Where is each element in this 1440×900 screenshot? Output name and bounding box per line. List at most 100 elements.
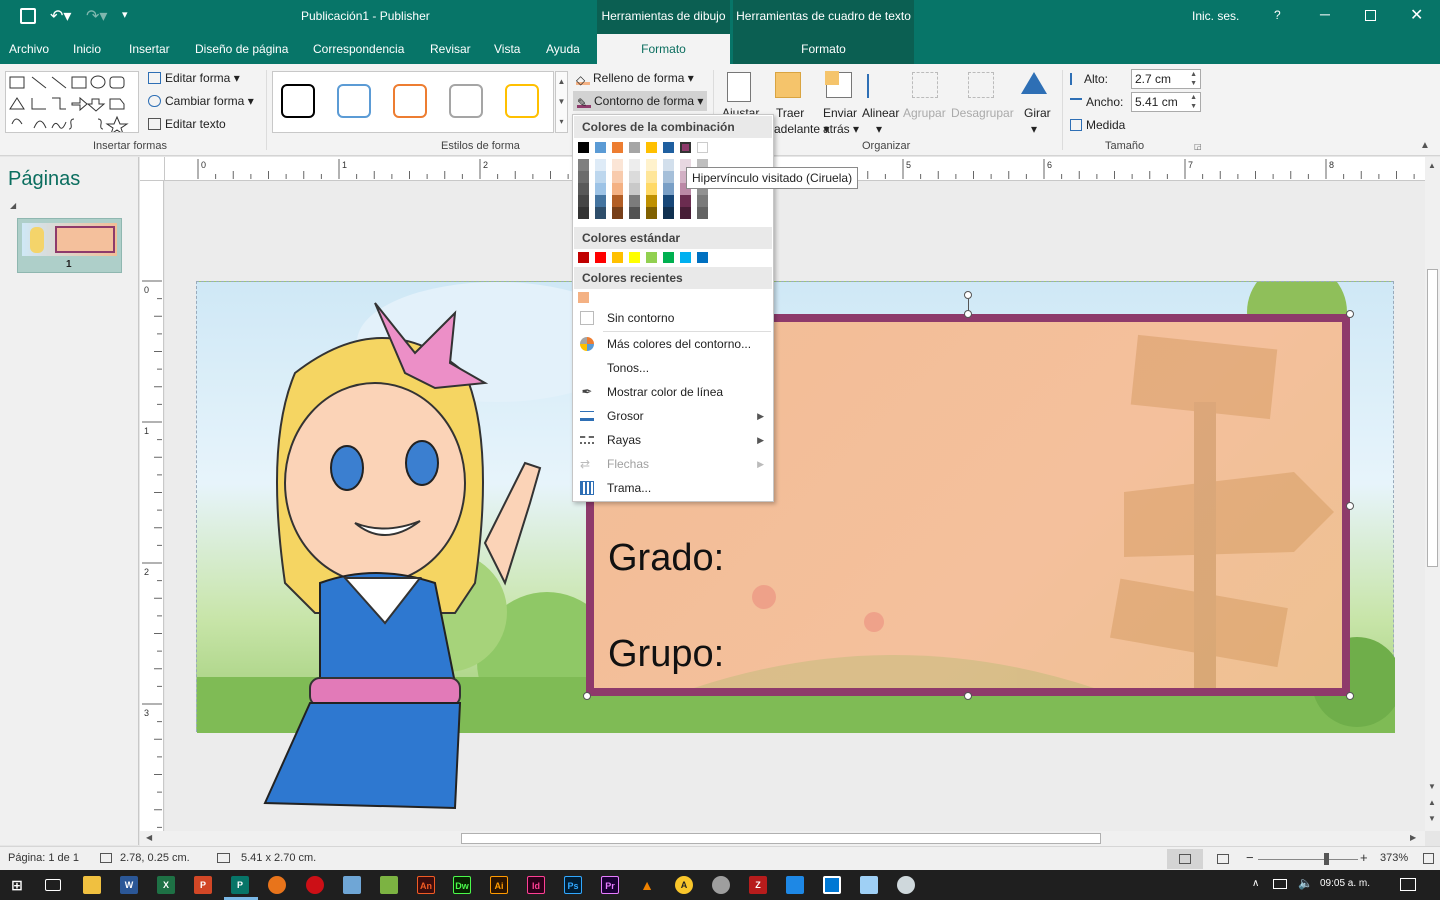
scheme-shade-swatch[interactable] [595,195,606,207]
weight-item[interactable]: Grosor ▶ [574,404,772,428]
edit-text-button[interactable]: Editar texto [148,117,226,131]
autodesk-icon[interactable]: A [675,876,693,894]
scheme-shade-swatch[interactable] [595,171,606,183]
sign-in-link[interactable]: Inic. ses. [1192,9,1239,23]
scheme-color-swatch[interactable] [629,142,640,153]
task-view-icon[interactable] [45,879,61,891]
premiere-icon[interactable]: Pr [601,876,619,894]
horizontal-scrollbar[interactable]: ◀ ▶ [140,831,1425,846]
tones-item[interactable]: Tonos... [574,356,772,380]
zoom-in-icon[interactable]: + [1360,850,1368,865]
tab-vista[interactable]: Vista [492,34,522,64]
network-icon[interactable] [1273,879,1287,889]
align-dropdown-icon[interactable]: ▾ [876,122,882,136]
scheme-shade-swatch[interactable] [612,195,623,207]
clock[interactable]: 09:05 a. m. [1320,878,1370,889]
adjust-icon[interactable] [727,72,751,102]
app-box-icon[interactable] [343,876,361,894]
notepad-icon[interactable] [860,876,878,894]
scheme-shade-swatch[interactable] [663,207,674,219]
vlc-icon[interactable]: ▲ [638,876,656,894]
standard-color-swatch[interactable] [578,252,589,263]
save-icon[interactable] [20,8,36,24]
align-icon[interactable] [867,74,893,98]
indesign-icon[interactable]: Id [527,876,545,894]
shape-styles-gallery[interactable] [272,71,554,133]
resize-handle[interactable] [1346,502,1354,510]
grupo-label[interactable]: Grupo: [608,633,724,676]
tab-correspondencia[interactable]: Correspondencia [311,34,406,64]
scheme-shade-swatch[interactable] [612,183,623,195]
scheme-shade-swatch[interactable] [663,171,674,183]
scheme-shade-swatch[interactable] [646,183,657,195]
tab-archivo[interactable]: Archivo [7,34,51,64]
show-line-color-item[interactable]: ✒ Mostrar color de línea [574,380,772,404]
illustrator-icon[interactable]: Ai [490,876,508,894]
zoom-slider[interactable] [1258,859,1358,860]
standard-color-swatch[interactable] [697,252,708,263]
scheme-shade-swatch[interactable] [629,183,640,195]
scheme-shade-swatch[interactable] [680,207,691,219]
zoom-level[interactable]: 373% [1380,852,1408,864]
dreamweaver-icon[interactable]: Dw [453,876,471,894]
dashes-item[interactable]: Rayas ▶ [574,428,772,452]
tab-formato-dibujo[interactable]: Formato [597,34,730,64]
powerpoint-icon[interactable]: P [194,876,212,894]
restore-icon[interactable] [1365,10,1376,21]
scheme-shade-swatch[interactable] [612,171,623,183]
scheme-shade-swatch[interactable] [646,171,657,183]
edit-shape-button[interactable]: Editar forma ▾ [148,71,240,85]
scroll-up-icon[interactable]: ▲ [1428,161,1436,170]
style-swatch[interactable] [449,84,483,118]
recent-color-swatch[interactable] [578,292,589,303]
page-status[interactable]: Página: 1 de 1 [8,852,79,864]
filezilla-icon[interactable]: Z [749,876,767,894]
single-page-view-button[interactable] [1167,849,1203,869]
more-colors-item[interactable]: Más colores del contorno... [574,332,772,356]
zoom-out-icon[interactable]: − [1246,850,1254,865]
paint-icon[interactable] [897,876,915,894]
standard-color-swatch[interactable] [680,252,691,263]
opera-icon[interactable] [306,876,324,894]
scheme-shade-swatch[interactable] [612,159,623,171]
scheme-color-swatch[interactable] [663,142,674,153]
help-button[interactable]: ? [1274,8,1281,22]
tab-inicio[interactable]: Inicio [71,34,103,64]
collapse-triangle-icon[interactable]: ◢ [10,201,16,210]
scheme-shade-swatch[interactable] [646,207,657,219]
shapes-gallery-icons[interactable] [6,72,138,136]
scheme-shade-swatch[interactable] [612,207,623,219]
android-icon[interactable] [380,876,398,894]
tab-ayuda[interactable]: Ayuda [544,34,582,64]
next-page-icon[interactable]: ▼ [1428,814,1436,823]
scheme-shade-swatch[interactable] [680,195,691,207]
scheme-color-swatch[interactable] [578,142,589,153]
word-icon[interactable]: W [120,876,138,894]
scheme-shade-swatch[interactable] [697,195,708,207]
scheme-shade-swatch[interactable] [697,207,708,219]
scheme-shade-swatch[interactable] [646,195,657,207]
undo-icon[interactable]: ↶▾ [50,6,71,26]
file-explorer-icon[interactable] [83,876,101,894]
publisher-icon[interactable]: P [231,876,249,894]
scheme-shade-swatch[interactable] [578,171,589,183]
bring-forward-icon[interactable] [775,72,801,98]
size-dialog-launcher-icon[interactable]: ◲ [1194,142,1202,151]
send-backward-icon[interactable] [825,71,852,98]
app-window-icon[interactable] [823,876,841,894]
scheme-color-swatch[interactable] [646,142,657,153]
shape-fill-button[interactable]: ◇ Relleno de forma ▾ [576,71,694,87]
two-page-view-icon[interactable] [1217,854,1229,864]
app-circle-icon[interactable] [712,876,730,894]
close-icon[interactable]: ✕ [1410,5,1423,25]
tray-chevron-icon[interactable]: ∧ [1252,878,1259,889]
resize-handle[interactable] [1346,692,1354,700]
style-swatch[interactable] [281,84,315,118]
scheme-color-swatch[interactable] [680,142,691,153]
scheme-shade-swatch[interactable] [578,183,589,195]
standard-color-swatch[interactable] [612,252,623,263]
page-thumbnail[interactable]: 1 [17,218,122,273]
width-input[interactable]: 5.41 cm ▲ ▼ [1131,92,1201,112]
scheme-shade-swatch[interactable] [629,195,640,207]
vertical-ruler[interactable]: 0 1 2 3 [140,181,164,831]
